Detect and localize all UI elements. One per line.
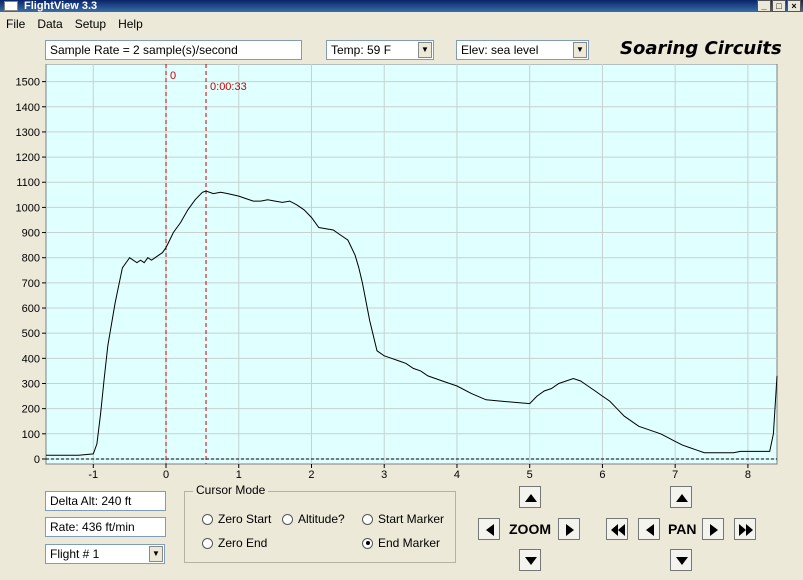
double-triangle-left-icon xyxy=(611,524,625,536)
y-tick-label: 500 xyxy=(22,328,40,340)
radio-label: Zero Start xyxy=(218,512,272,526)
sample-rate-field: Sample Rate = 2 sample(s)/second xyxy=(45,40,302,60)
chevron-down-icon[interactable]: ▼ xyxy=(418,42,432,58)
radio-icon[interactable] xyxy=(202,537,213,549)
close-icon[interactable]: × xyxy=(787,0,801,12)
rate-field: Rate: 436 ft/min xyxy=(45,517,166,537)
triangle-left-icon xyxy=(486,524,494,536)
zoom-in-vertical-button[interactable] xyxy=(519,486,541,508)
pan-fast-right-button[interactable] xyxy=(734,518,756,540)
y-tick-label: 700 xyxy=(22,278,40,290)
menu-bar: File Data Setup Help xyxy=(0,14,803,34)
radio-altitude[interactable]: Altitude? xyxy=(282,512,345,526)
x-tick-label: 2 xyxy=(308,469,314,481)
radio-icon[interactable] xyxy=(362,513,373,525)
radio-label: Start Marker xyxy=(378,512,445,526)
y-tick-label: 400 xyxy=(22,353,40,365)
x-tick-label: 1 xyxy=(236,469,242,481)
title-bar: FlightView 3.3 _ □ × xyxy=(0,0,803,12)
y-tick-label: 300 xyxy=(22,378,40,390)
plot-area[interactable] xyxy=(45,64,778,465)
menu-setup[interactable]: Setup xyxy=(69,17,112,31)
zoom-out-vertical-button[interactable] xyxy=(519,549,541,571)
pan-down-button[interactable] xyxy=(670,549,692,571)
cursor-mode-title: Cursor Mode xyxy=(193,483,269,497)
triangle-up-icon xyxy=(525,494,537,502)
x-tick-label: 0 xyxy=(163,469,169,481)
x-tick-label: 8 xyxy=(745,469,751,481)
y-tick-label: 1300 xyxy=(16,127,40,139)
temp-select[interactable]: Temp: 59 F ▼ xyxy=(326,40,434,60)
pan-right-button[interactable] xyxy=(702,518,724,540)
radio-zero-start[interactable]: Zero Start xyxy=(202,512,271,526)
radio-zero-end[interactable]: Zero End xyxy=(202,536,267,550)
elev-select[interactable]: Elev: sea level ▼ xyxy=(456,40,589,60)
y-tick-label: 100 xyxy=(22,429,40,441)
brand-logo: Soaring Circuits xyxy=(620,38,782,59)
maximize-icon[interactable]: □ xyxy=(772,0,786,12)
y-tick-label: 600 xyxy=(22,303,40,315)
y-axis: 0 100 200 300 400 500 600 700 800 900 1000 1100 1200… xyxy=(16,77,46,466)
delta-alt-field: Delta Alt: 240 ft xyxy=(45,491,166,511)
y-tick-label: 0 xyxy=(34,454,40,466)
menu-file[interactable]: File xyxy=(0,17,31,31)
zoom-right-button[interactable] xyxy=(558,518,580,540)
temp-value: Temp: 59 F xyxy=(331,43,392,57)
pan-label: PAN xyxy=(668,521,697,537)
pan-up-button[interactable] xyxy=(670,486,692,508)
y-tick-label: 200 xyxy=(22,404,40,416)
flight-value: Flight # 1 xyxy=(50,547,100,561)
x-tick-label: 5 xyxy=(527,469,533,481)
marker-label: 0:00:33 xyxy=(210,81,247,93)
double-triangle-right-icon xyxy=(739,524,753,536)
x-tick-label: 6 xyxy=(599,469,605,481)
x-axis: -1 0 1 2 3 4 5 6 7 8 xyxy=(88,464,751,481)
cursor-mode-group: Cursor Mode Zero Start Altitude? Start M… xyxy=(184,483,456,563)
triangle-up-icon xyxy=(676,494,688,502)
x-tick-label: 3 xyxy=(381,469,387,481)
y-tick-label: 1100 xyxy=(16,177,40,189)
elev-value: Elev: sea level xyxy=(461,43,539,57)
y-tick-label: 1400 xyxy=(16,102,40,114)
zoom-left-button[interactable] xyxy=(478,518,500,540)
radio-icon[interactable] xyxy=(362,537,373,549)
y-tick-label: 1500 xyxy=(16,77,40,89)
window-controls: _ □ × xyxy=(757,0,801,12)
menu-data[interactable]: Data xyxy=(31,17,68,31)
radio-end-marker[interactable]: End Marker xyxy=(362,536,440,550)
radio-icon[interactable] xyxy=(202,513,213,525)
y-tick-label: 900 xyxy=(22,228,40,240)
marker-label: 0 xyxy=(170,70,176,82)
pan-fast-left-button[interactable] xyxy=(606,518,628,540)
radio-label: Altitude? xyxy=(298,512,345,526)
chevron-down-icon[interactable]: ▼ xyxy=(149,546,163,562)
altitude-chart[interactable]: 0100200300400500600700800900100011001200… xyxy=(0,64,803,484)
radio-label: Zero End xyxy=(218,536,268,550)
menu-help[interactable]: Help xyxy=(112,17,149,31)
triangle-right-icon xyxy=(710,524,718,536)
radio-start-marker[interactable]: Start Marker xyxy=(362,512,444,526)
chevron-down-icon[interactable]: ▼ xyxy=(573,42,587,58)
radio-icon[interactable] xyxy=(282,513,293,525)
pan-left-button[interactable] xyxy=(638,518,660,540)
triangle-left-icon xyxy=(646,524,654,536)
flight-select[interactable]: Flight # 1 ▼ xyxy=(45,544,165,564)
x-tick-label: 4 xyxy=(454,469,460,481)
y-tick-label: 800 xyxy=(22,253,40,265)
radio-label: End Marker xyxy=(378,536,441,550)
x-tick-label: -1 xyxy=(88,469,98,481)
triangle-right-icon xyxy=(566,524,574,536)
triangle-down-icon xyxy=(525,557,537,565)
zoom-label: ZOOM xyxy=(509,521,551,537)
minimize-icon[interactable]: _ xyxy=(757,0,771,12)
app-icon xyxy=(4,1,18,11)
window-title: FlightView 3.3 xyxy=(24,0,98,12)
y-tick-label: 1000 xyxy=(16,202,40,214)
triangle-down-icon xyxy=(676,557,688,565)
x-tick-label: 7 xyxy=(672,469,678,481)
y-tick-label: 1200 xyxy=(16,152,40,164)
